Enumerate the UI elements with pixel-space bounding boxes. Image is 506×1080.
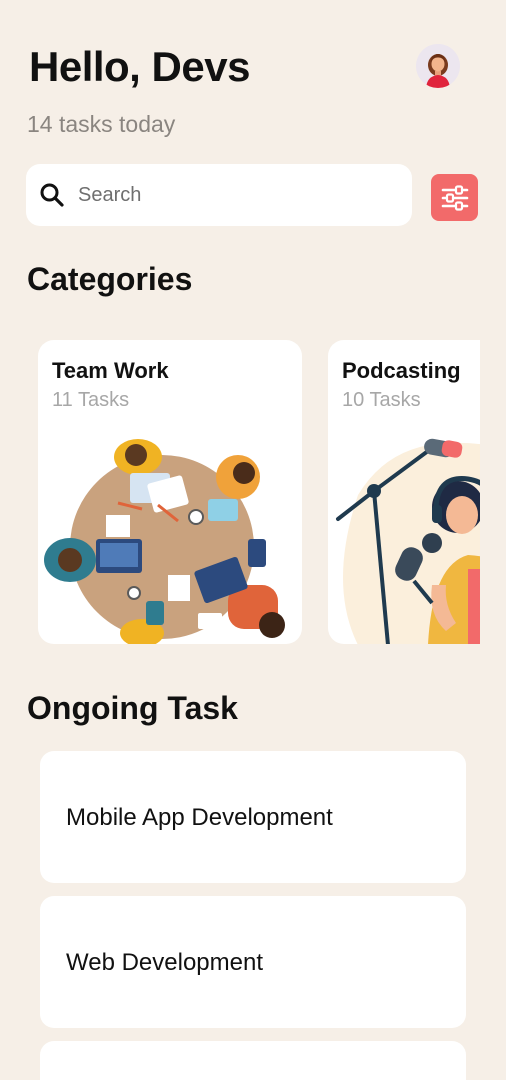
category-title: Team Work [52,358,169,383]
task-card-partial[interactable] [40,1041,466,1080]
search-input[interactable] [76,182,400,208]
category-title: Podcasting [342,358,461,383]
home-screen: Hello, Devs 14 tasks today Search Catego… [0,0,506,1080]
greeting-title: Hello, Devs [29,43,250,90]
search-bar[interactable] [26,164,412,226]
sliders-icon [441,184,468,211]
team-work-illustration [44,439,285,644]
task-label: Web Development [66,949,263,976]
user-avatar-icon [416,44,460,88]
categories-carousel[interactable]: Team Work 11 Tasks Podcasting 10 Tasks [38,340,480,645]
category-task-count: 10 Tasks [342,389,421,411]
podcasting-illustration [336,438,480,644]
search-icon [38,181,66,209]
task-label: Mobile App Development [66,804,333,831]
category-card-podcasting[interactable]: Podcasting 10 Tasks [328,340,480,644]
avatar[interactable] [416,44,460,88]
category-card-team-work[interactable]: Team Work 11 Tasks [38,340,302,644]
task-card-web-development[interactable]: Web Development [40,896,466,1028]
categories-heading: Categories [27,261,193,297]
ongoing-task-heading: Ongoing Task [27,690,238,726]
filter-button[interactable] [431,174,478,221]
category-task-count: 11 Tasks [52,389,130,411]
task-count-subtitle: 14 tasks today [27,111,176,137]
task-card-mobile-app[interactable]: Mobile App Development [40,751,466,883]
